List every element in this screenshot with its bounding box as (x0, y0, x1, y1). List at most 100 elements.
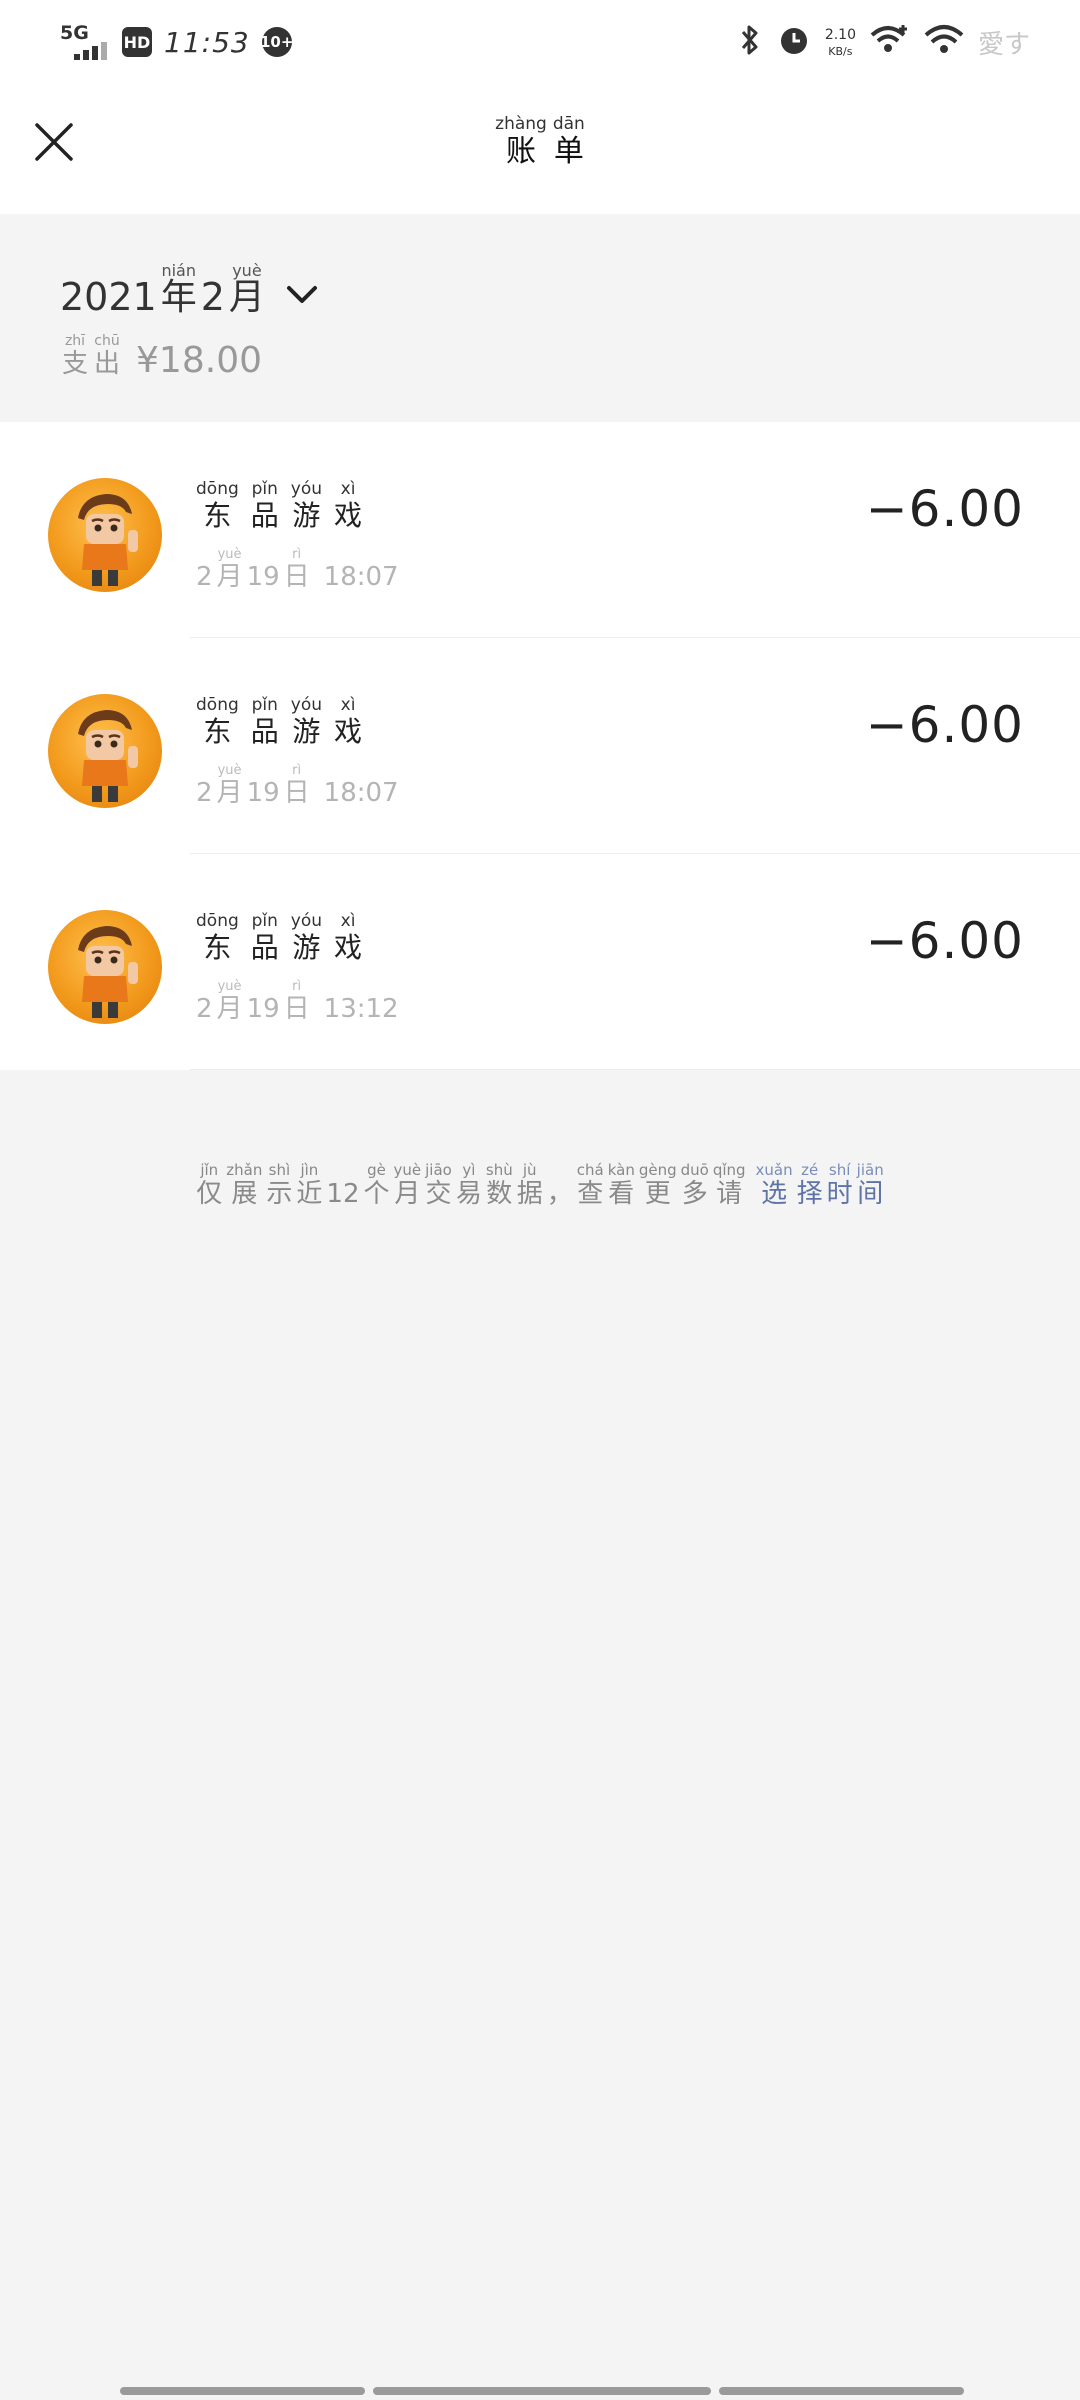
merchant-avatar (48, 694, 162, 808)
notice-char: yuè 月 (393, 1161, 422, 1209)
date-month: 2 (196, 778, 213, 809)
row-divider (190, 1069, 1080, 1070)
merchant-name-char: yóu 游 (290, 479, 323, 532)
merchant-avatar (48, 910, 162, 1024)
date-day: 19 (246, 778, 280, 809)
merchant-name-char: dōng 东 (196, 911, 239, 964)
merchant-name: dōng 东 pǐn 品 yóu 游 xì 戏 (196, 912, 362, 964)
date-day-char: rì 日 (283, 979, 310, 1025)
month-value: 2 (200, 274, 225, 319)
date-month: 2 (196, 994, 213, 1025)
notice-char: yì 易 (455, 1161, 482, 1209)
date-day-char: rì 日 (283, 547, 310, 593)
transaction-amount: −6.00 (865, 696, 1024, 754)
notice-char: jù 据 (516, 1161, 543, 1209)
title-char: dān 单 (552, 114, 585, 169)
notice-char: jiāo 交 (425, 1161, 452, 1209)
notice-char: jǐn 仅 (196, 1161, 223, 1209)
date-time: 18:07 (323, 778, 399, 809)
nav-bar: zhàng 账 dān 单 (0, 84, 1080, 214)
expense-label-char: chū 出 (94, 333, 121, 380)
select-time-char: xuǎn 选 (755, 1161, 793, 1209)
status-bar-left: 5G HD 11:53 10+ (60, 18, 293, 66)
notice-char: shì 示 (266, 1161, 293, 1209)
date-time: 13:12 (323, 994, 399, 1025)
wifi-icon (924, 23, 964, 61)
history-notice: jǐn 仅 zhǎn 展 shì 示 jìn 近 12 gè 个 yuè 月 jiāo 交 yì 易 shù 数 jù… (0, 1162, 1080, 1210)
transaction-row[interactable]: dōng 东 pǐn 品 yóu 游 xì 戏 2 yuè 月 19 rì 日 18:07 −6.00 (0, 638, 1080, 854)
page-title: zhàng 账 dān 单 (0, 114, 1080, 170)
date-day: 19 (246, 562, 280, 593)
date-day-char: rì 日 (283, 763, 310, 809)
merchant-name-char: xì 戏 (334, 911, 363, 964)
notification-count-badge: 10+ (260, 27, 293, 57)
chevron-down-icon[interactable] (285, 284, 319, 310)
notice-char: kàn 看 (607, 1161, 635, 1209)
merchant-avatar (48, 478, 162, 592)
year-char: nián 年 (160, 261, 197, 318)
notice-number: 12 (326, 1178, 360, 1209)
select-time-char: shí 时 (826, 1161, 853, 1209)
transaction-datetime: 2 yuè 月 19 rì 日 13:12 (196, 979, 399, 1025)
merchant-name: dōng 东 pǐn 品 yóu 游 xì 戏 (196, 480, 362, 532)
notice-char: gèng 更 (638, 1161, 677, 1209)
merchant-name-char: yóu 游 (290, 911, 323, 964)
notice-char: shù 数 (485, 1161, 513, 1209)
merchant-name-char: dōng 东 (196, 695, 239, 748)
status-extra-text: 愛す (977, 29, 1030, 60)
date-month-char: yuè 月 (216, 763, 243, 809)
merchant-name-char: yóu 游 (290, 695, 323, 748)
expense-amount: ¥18.00 (136, 339, 262, 381)
merchant-name-char: xì 戏 (334, 695, 363, 748)
status-bar-right: 2.10 KB/s 愛す (737, 18, 1030, 66)
month-summary: 2021 nián 年 2 yuè 月 zhī 支 chū 出 ¥18.00 (0, 214, 1080, 422)
notice-char: zhǎn 展 (226, 1161, 263, 1209)
transaction-amount: −6.00 (865, 912, 1024, 970)
date-month-char: yuè 月 (216, 547, 243, 593)
year-value: 2021 (60, 274, 157, 319)
home-indicator[interactable] (120, 2387, 964, 2395)
network-type: 5G (60, 22, 89, 44)
month-selector[interactable]: 2021 nián 年 2 yuè 月 (60, 262, 319, 316)
transaction-datetime: 2 yuè 月 19 rì 日 18:07 (196, 547, 399, 593)
notice-char: duō 多 (680, 1161, 709, 1209)
notice-char: chá 查 (576, 1161, 604, 1209)
merchant-name-char: dōng 东 (196, 479, 239, 532)
notice-char: qǐng 请 (712, 1161, 746, 1209)
notice-comma: ， (546, 1178, 573, 1209)
clock: 11:53 (164, 25, 250, 59)
hd-icon: HD (122, 27, 152, 57)
status-bar: 5G HD 11:53 10+ 2.10 KB/s 愛す (0, 0, 1080, 84)
select-time-link[interactable]: xuǎn 选 zé 择 shí 时 jiān 间 (756, 1162, 884, 1210)
transaction-list: dōng 东 pǐn 品 yóu 游 xì 戏 2 yuè 月 19 rì 日 18:07 −6.00 dōng… (0, 422, 1080, 1070)
alarm-icon (777, 23, 811, 61)
merchant-name-char: pǐn 品 (250, 911, 279, 964)
expense-label: zhī 支 chū 出 (62, 333, 121, 381)
notice-char: gè 个 (363, 1161, 390, 1209)
date-month: 2 (196, 562, 213, 593)
select-time-char: jiān 间 (856, 1161, 884, 1209)
network-speed: 2.10 KB/s (825, 28, 856, 57)
transaction-amount: −6.00 (865, 480, 1024, 538)
wifi-plus-icon (870, 23, 910, 61)
merchant-name-char: pǐn 品 (250, 695, 279, 748)
month-char: yuè 月 (228, 261, 265, 318)
expense-summary: zhī 支 chū 出 ¥18.00 (62, 333, 262, 381)
title-char: zhàng 账 (495, 114, 547, 169)
select-time-char: zé 择 (796, 1161, 823, 1209)
transaction-row[interactable]: dōng 东 pǐn 品 yóu 游 xì 戏 2 yuè 月 19 rì 日 13:12 −6.00 (0, 854, 1080, 1070)
notice-char: jìn 近 (296, 1161, 323, 1209)
5g-signal-icon: 5G (60, 22, 110, 62)
net-speed-value: 2.10 (824, 26, 856, 43)
merchant-name-char: xì 戏 (334, 479, 363, 532)
bluetooth-icon (737, 23, 763, 61)
transaction-row[interactable]: dōng 东 pǐn 品 yóu 游 xì 戏 2 yuè 月 19 rì 日 18:07 −6.00 (0, 422, 1080, 638)
net-speed-unit: KB/s (828, 44, 853, 58)
date-time: 18:07 (323, 562, 399, 593)
merchant-name-char: pǐn 品 (250, 479, 279, 532)
merchant-name: dōng 东 pǐn 品 yóu 游 xì 戏 (196, 696, 362, 748)
transaction-datetime: 2 yuè 月 19 rì 日 18:07 (196, 763, 399, 809)
date-day: 19 (246, 994, 280, 1025)
date-month-char: yuè 月 (216, 979, 243, 1025)
expense-label-char: zhī 支 (62, 333, 89, 380)
